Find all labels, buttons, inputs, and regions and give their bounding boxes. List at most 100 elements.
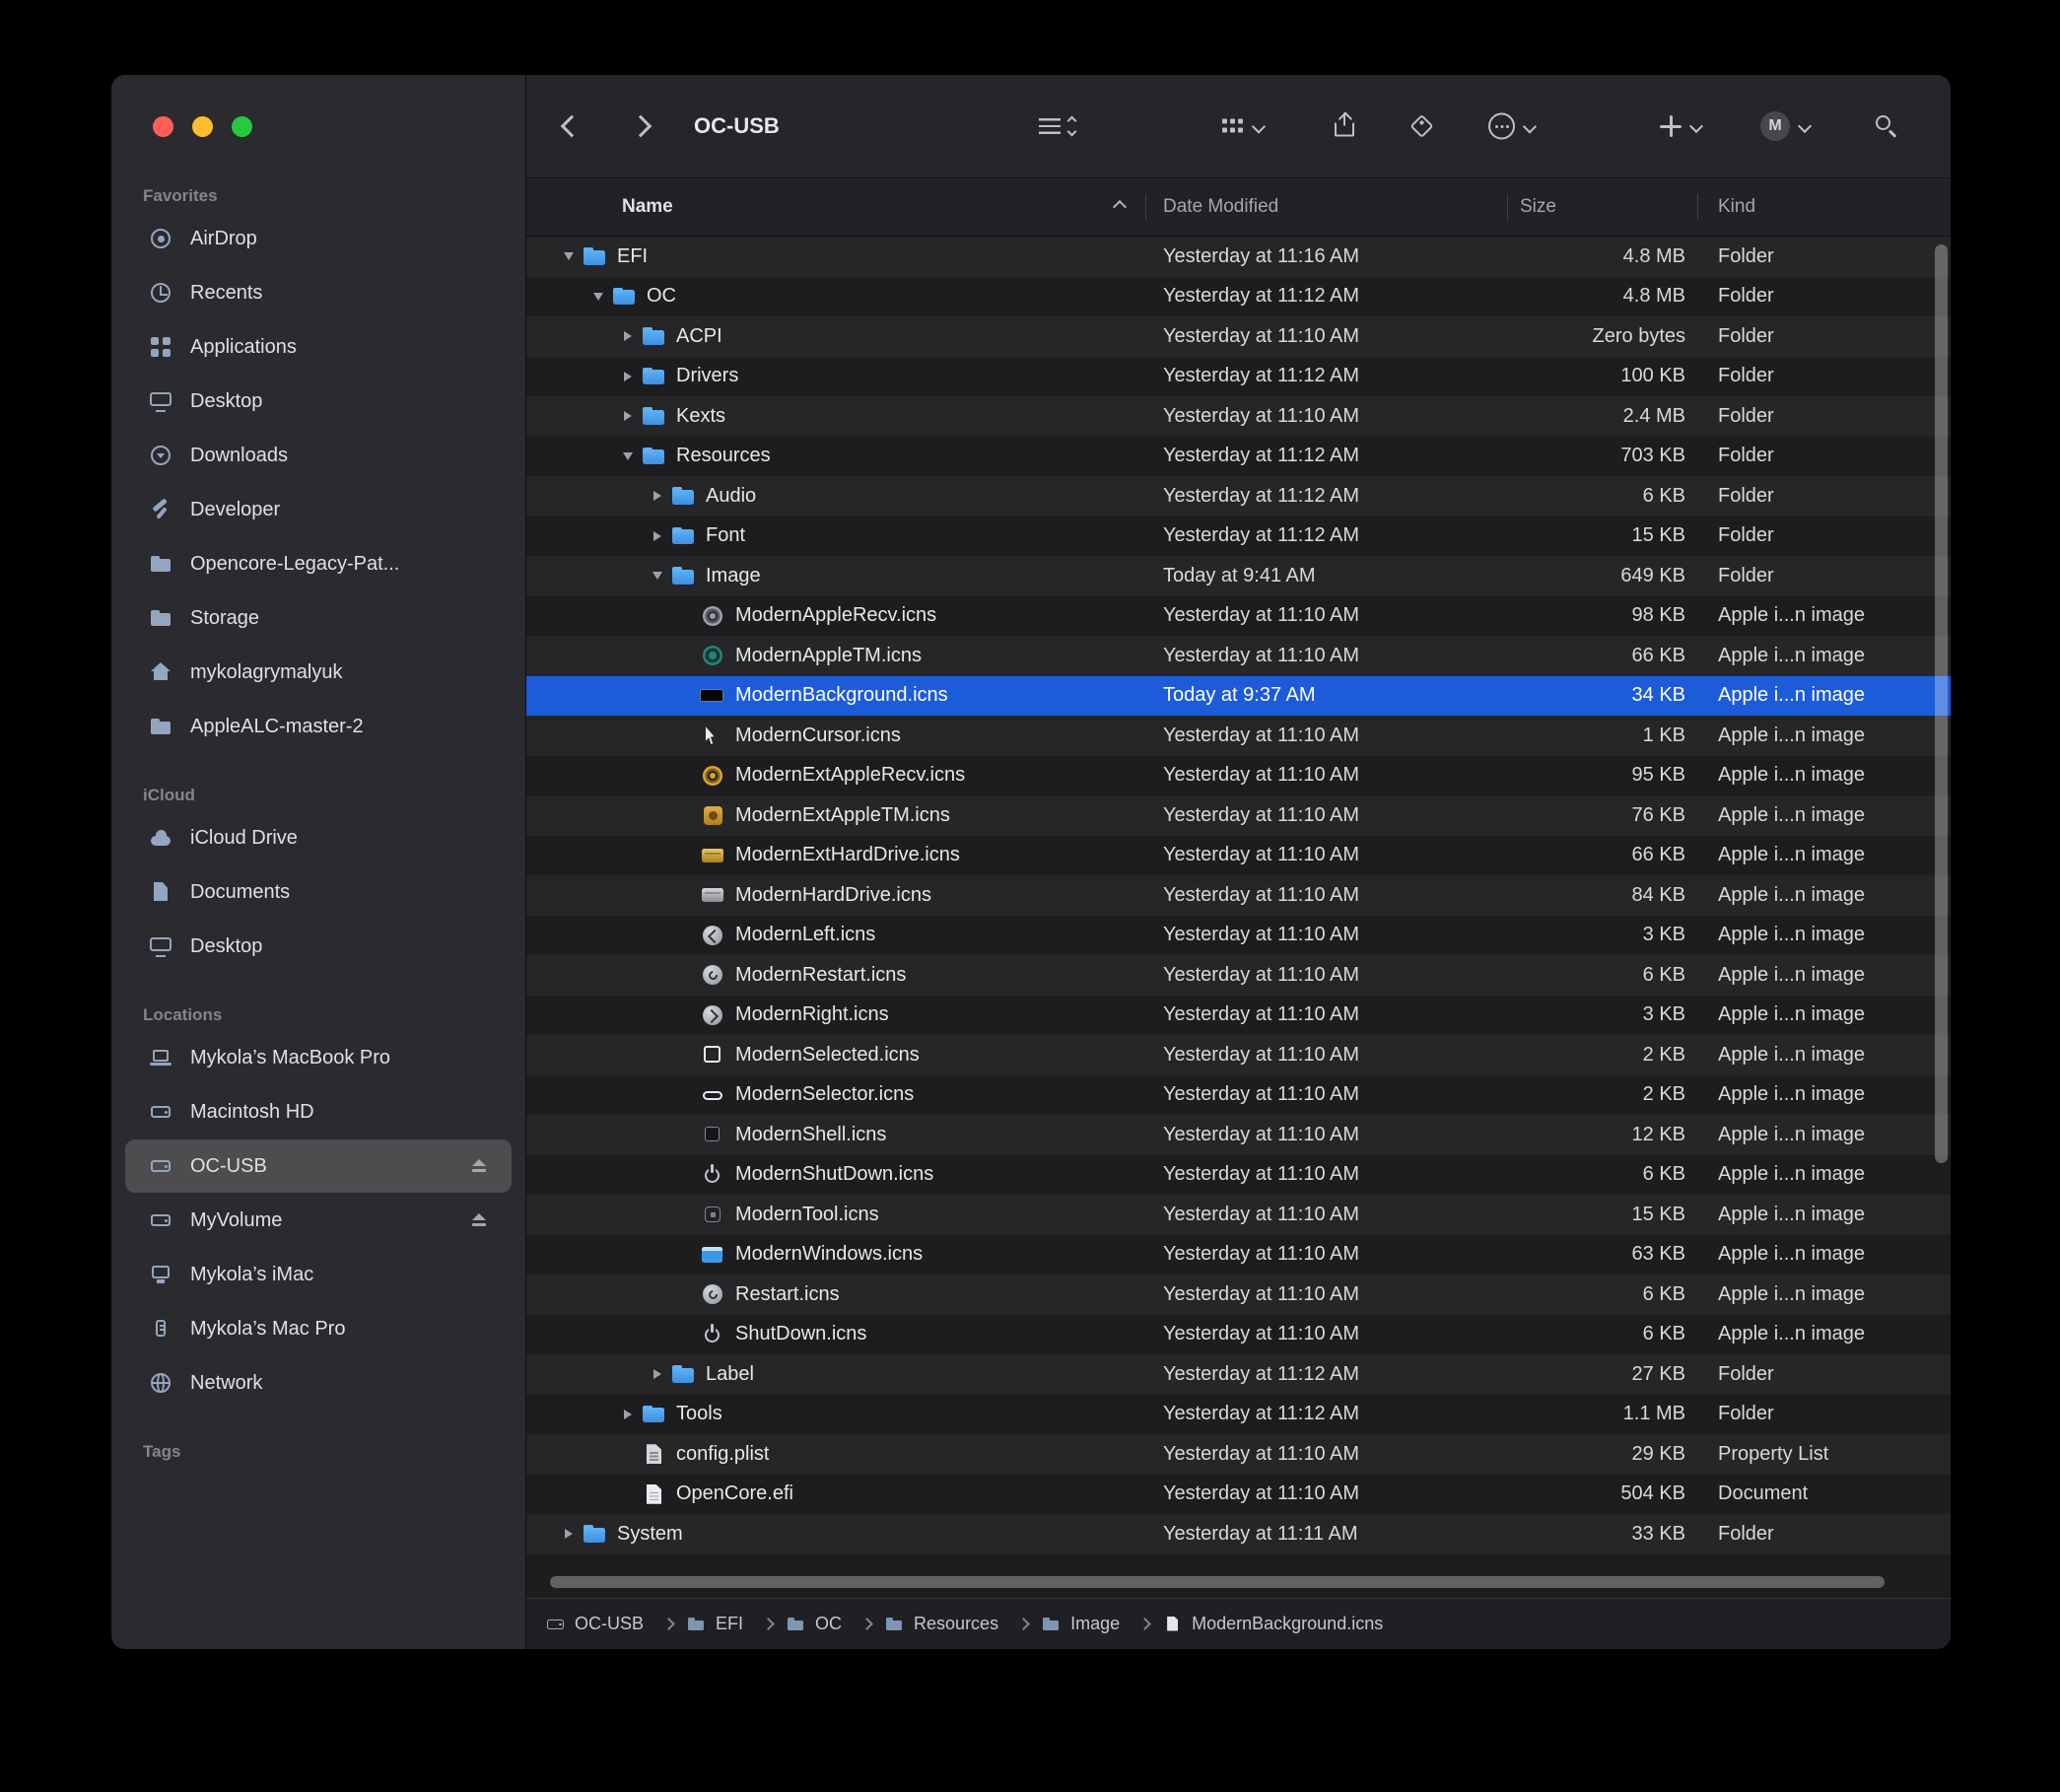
sidebar-item[interactable]: Documents (125, 865, 512, 919)
sidebar-item[interactable]: Mykola’s iMac (125, 1248, 512, 1301)
eject-icon[interactable] (470, 1212, 488, 1228)
sidebar-item[interactable]: Mykola’s MacBook Pro (125, 1031, 512, 1084)
sidebar-item[interactable]: Recents (125, 266, 512, 319)
table-row[interactable]: ModernBackground.icns Today at 9:37 AM 3… (526, 676, 1951, 717)
sidebar-item[interactable]: Storage (125, 591, 512, 645)
disclosure-triangle-icon[interactable] (674, 1075, 700, 1116)
sidebar-item[interactable]: mykolagrymalyuk (125, 646, 512, 699)
disclosure-triangle-icon[interactable] (615, 316, 641, 357)
eject-icon[interactable] (470, 1158, 488, 1174)
disclosure-triangle-icon[interactable] (674, 756, 700, 796)
sidebar-item[interactable]: Desktop (125, 375, 512, 428)
disclosure-triangle-icon[interactable] (674, 1115, 700, 1155)
zoom-window-button[interactable] (232, 116, 252, 137)
table-row[interactable]: ModernCursor.icns Yesterday at 11:10 AM … (526, 716, 1951, 756)
minimize-window-button[interactable] (192, 116, 213, 137)
column-header-size[interactable]: Size (1520, 178, 1556, 236)
table-row[interactable]: ShutDown.icns Yesterday at 11:10 AM 6 KB… (526, 1315, 1951, 1355)
disclosure-triangle-icon[interactable] (674, 916, 700, 956)
sidebar-item[interactable]: AirDrop (125, 212, 512, 265)
sidebar-item[interactable]: Opencore-Legacy-Pat... (125, 537, 512, 590)
disclosure-triangle-icon[interactable] (585, 277, 611, 317)
disclosure-triangle-icon[interactable] (674, 1155, 700, 1196)
disclosure-triangle-icon[interactable] (674, 996, 700, 1036)
column-header-name[interactable]: Name (622, 178, 1131, 236)
disclosure-triangle-icon[interactable] (674, 676, 700, 717)
group-by-control[interactable] (1222, 119, 1264, 134)
view-options-control[interactable] (1039, 117, 1075, 135)
table-row[interactable]: System Yesterday at 11:11 AM 33 KB Folde… (526, 1514, 1951, 1554)
disclosure-triangle-icon[interactable] (674, 596, 700, 637)
sidebar-item[interactable]: Mykola’s Mac Pro (125, 1302, 512, 1355)
breadcrumb-item[interactable]: OC-USB (546, 1614, 687, 1634)
table-row[interactable]: Kexts Yesterday at 11:10 AM 2.4 MB Folde… (526, 396, 1951, 437)
table-row[interactable]: ModernTool.icns Yesterday at 11:10 AM 15… (526, 1195, 1951, 1235)
disclosure-triangle-icon[interactable] (674, 636, 700, 676)
table-row[interactable]: ModernAppleTM.icns Yesterday at 11:10 AM… (526, 636, 1951, 676)
column-header-date[interactable]: Date Modified (1163, 178, 1278, 236)
tags-button[interactable] (1409, 114, 1434, 139)
table-row[interactable]: ModernExtAppleRecv.icns Yesterday at 11:… (526, 756, 1951, 796)
sidebar-item[interactable]: Applications (125, 320, 512, 374)
table-row[interactable]: ModernLeft.icns Yesterday at 11:10 AM 3 … (526, 916, 1951, 956)
add-control[interactable] (1660, 115, 1701, 137)
disclosure-triangle-icon[interactable] (615, 396, 641, 437)
disclosure-triangle-icon[interactable] (674, 716, 700, 756)
disclosure-triangle-icon[interactable] (674, 836, 700, 876)
disclosure-triangle-icon[interactable] (674, 1035, 700, 1075)
breadcrumb-item[interactable]: OC (787, 1614, 885, 1634)
table-row[interactable]: ModernSelected.icns Yesterday at 11:10 A… (526, 1035, 1951, 1075)
disclosure-triangle-icon[interactable] (615, 1475, 641, 1515)
table-row[interactable]: Drivers Yesterday at 11:12 AM 100 KB Fol… (526, 357, 1951, 397)
table-row[interactable]: ModernRestart.icns Yesterday at 11:10 AM… (526, 955, 1951, 996)
share-button[interactable] (1333, 113, 1356, 140)
breadcrumb-item[interactable]: Image (1042, 1614, 1163, 1634)
disclosure-triangle-icon[interactable] (674, 875, 700, 916)
disclosure-triangle-icon[interactable] (645, 517, 670, 557)
disclosure-triangle-icon[interactable] (556, 237, 582, 277)
table-row[interactable]: ModernShutDown.icns Yesterday at 11:10 A… (526, 1155, 1951, 1196)
breadcrumb-item[interactable]: ModernBackground.icns (1163, 1614, 1383, 1634)
disclosure-triangle-icon[interactable] (615, 437, 641, 477)
disclosure-triangle-icon[interactable] (615, 1395, 641, 1435)
disclosure-triangle-icon[interactable] (674, 955, 700, 996)
sidebar-item[interactable]: Macintosh HD (125, 1085, 512, 1138)
disclosure-triangle-icon[interactable] (615, 1434, 641, 1475)
table-row[interactable]: OC Yesterday at 11:12 AM 4.8 MB Folder (526, 277, 1951, 317)
disclosure-triangle-icon[interactable] (674, 1235, 700, 1275)
disclosure-triangle-icon[interactable] (674, 1315, 700, 1355)
sidebar-item[interactable]: AppleALC-master-2 (125, 700, 512, 753)
sidebar-item[interactable]: MyVolume (125, 1194, 512, 1247)
table-row[interactable]: Label Yesterday at 11:12 AM 27 KB Folder (526, 1354, 1951, 1395)
table-row[interactable]: Font Yesterday at 11:12 AM 15 KB Folder (526, 517, 1951, 557)
table-row[interactable]: OpenCore.efi Yesterday at 11:10 AM 504 K… (526, 1475, 1951, 1515)
sidebar-item[interactable]: Network (125, 1356, 512, 1410)
table-row[interactable]: ModernShell.icns Yesterday at 11:10 AM 1… (526, 1115, 1951, 1155)
table-row[interactable]: ModernHardDrive.icns Yesterday at 11:10 … (526, 875, 1951, 916)
close-window-button[interactable] (153, 116, 173, 137)
horizontal-scrollbar-thumb[interactable] (550, 1576, 1885, 1588)
sidebar-item[interactable]: Developer (125, 483, 512, 536)
table-row[interactable]: Audio Yesterday at 11:12 AM 6 KB Folder (526, 476, 1951, 517)
disclosure-triangle-icon[interactable] (645, 1354, 670, 1395)
table-row[interactable]: ModernAppleRecv.icns Yesterday at 11:10 … (526, 596, 1951, 637)
back-button[interactable] (564, 118, 580, 134)
column-divider[interactable] (1145, 194, 1146, 220)
disclosure-triangle-icon[interactable] (645, 556, 670, 596)
vertical-scrollbar-thumb[interactable] (1935, 244, 1948, 1163)
table-row[interactable]: Image Today at 9:41 AM 649 KB Folder (526, 556, 1951, 596)
breadcrumb-item[interactable]: EFI (687, 1614, 787, 1634)
disclosure-triangle-icon[interactable] (645, 476, 670, 517)
table-row[interactable]: Restart.icns Yesterday at 11:10 AM 6 KB … (526, 1275, 1951, 1315)
account-menu[interactable]: M (1760, 111, 1810, 141)
table-row[interactable]: Tools Yesterday at 11:12 AM 1.1 MB Folde… (526, 1395, 1951, 1435)
column-divider[interactable] (1697, 194, 1698, 220)
table-row[interactable]: config.plist Yesterday at 11:10 AM 29 KB… (526, 1434, 1951, 1475)
table-row[interactable]: ModernRight.icns Yesterday at 11:10 AM 3… (526, 996, 1951, 1036)
more-actions-button[interactable] (1488, 113, 1535, 140)
disclosure-triangle-icon[interactable] (615, 357, 641, 397)
forward-button[interactable] (633, 118, 649, 134)
disclosure-triangle-icon[interactable] (674, 1195, 700, 1235)
vertical-scrollbar[interactable] (1931, 237, 1951, 1598)
disclosure-triangle-icon[interactable] (556, 1514, 582, 1554)
